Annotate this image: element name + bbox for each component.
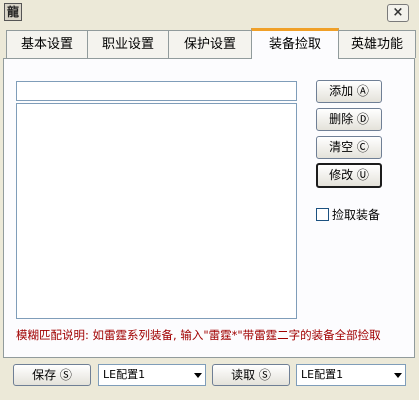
chevron-down-icon xyxy=(194,373,202,378)
pickup-items-checkbox[interactable] xyxy=(316,208,329,221)
modify-button[interactable]: 修改 Ⓤ xyxy=(316,163,382,188)
tab-protection-settings[interactable]: 保护设置 xyxy=(168,30,252,58)
tab-basic-settings[interactable]: 基本设置 xyxy=(6,30,88,58)
save-button[interactable]: 保存 Ⓢ xyxy=(13,364,91,386)
read-config-value: LE配置1 xyxy=(301,368,344,381)
app-icon: 龍 xyxy=(4,3,22,21)
add-button[interactable]: 添加 Ⓐ xyxy=(316,80,382,103)
chevron-down-icon xyxy=(394,373,402,378)
item-list[interactable] xyxy=(16,103,297,319)
save-config-value: LE配置1 xyxy=(103,368,146,381)
title-bar: 龍 × xyxy=(0,0,419,24)
settings-window: 龍 × 基本设置 职业设置 保护设置 装备捡取 英雄功能 添加 Ⓐ 删除 Ⓓ 清… xyxy=(0,0,419,400)
item-name-input[interactable] xyxy=(16,81,297,101)
read-config-select[interactable]: LE配置1 xyxy=(296,364,406,386)
tab-class-settings[interactable]: 职业设置 xyxy=(87,30,169,58)
save-config-select[interactable]: LE配置1 xyxy=(98,364,206,386)
fuzzy-match-hint: 模糊匹配说明: 如雷霆系列装备, 输入"雷霆*"带雷霆二字的装备全部捡取 xyxy=(16,328,381,342)
clear-button[interactable]: 清空 Ⓒ xyxy=(316,136,382,159)
pickup-items-label[interactable]: 捡取装备 xyxy=(332,206,380,223)
delete-button[interactable]: 删除 Ⓓ xyxy=(316,108,382,131)
read-button[interactable]: 读取 Ⓢ xyxy=(212,364,290,386)
tab-hero-functions[interactable]: 英雄功能 xyxy=(338,30,416,58)
tab-strip: 基本设置 职业设置 保护设置 装备捡取 英雄功能 xyxy=(0,28,419,59)
close-button[interactable]: × xyxy=(387,4,409,22)
tab-item-pickup[interactable]: 装备捡取 xyxy=(251,28,339,59)
